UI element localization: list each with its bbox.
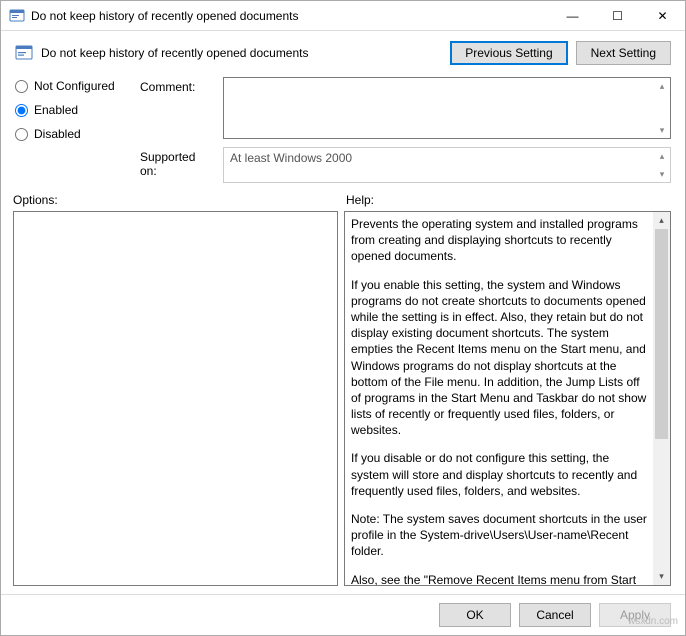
header-row: Do not keep history of recently opened d… xyxy=(1,31,685,69)
comment-label: Comment: xyxy=(140,77,215,139)
radio-disabled[interactable]: Disabled xyxy=(15,127,130,141)
state-radio-group: Not Configured Enabled Disabled xyxy=(15,77,130,183)
help-pane[interactable]: Prevents the operating system and instal… xyxy=(345,212,653,585)
previous-setting-button[interactable]: Previous Setting xyxy=(450,41,567,65)
supported-on-value: At least Windows 2000 xyxy=(230,151,352,165)
scrollbar-thumb[interactable] xyxy=(655,229,668,439)
dialog-footer: OK Cancel Apply xyxy=(1,594,685,635)
scroll-down-icon[interactable]: ▾ xyxy=(655,123,669,137)
help-paragraph: Note: The system saves document shortcut… xyxy=(351,511,647,560)
maximize-button[interactable]: ☐ xyxy=(595,1,640,30)
window-title: Do not keep history of recently opened d… xyxy=(31,9,550,23)
supported-row: Supported on: At least Windows 2000 ▴ ▾ xyxy=(140,147,671,183)
radio-enabled-input[interactable] xyxy=(15,104,28,117)
close-button[interactable]: ✕ xyxy=(640,1,685,30)
help-paragraph: Also, see the "Remove Recent Items menu … xyxy=(351,572,647,585)
radio-not-configured-input[interactable] xyxy=(15,80,28,93)
supported-on-box: At least Windows 2000 ▴ ▾ xyxy=(223,147,671,183)
help-paragraph: Prevents the operating system and instal… xyxy=(351,216,647,265)
pane-labels: Options: Help: xyxy=(1,183,685,209)
scrollbar-track[interactable] xyxy=(653,229,670,568)
comment-row: Comment: ▴ ▾ xyxy=(140,77,671,139)
radio-not-configured[interactable]: Not Configured xyxy=(15,79,130,93)
radio-disabled-input[interactable] xyxy=(15,128,28,141)
help-scrollbar[interactable]: ▴ ▾ xyxy=(653,212,670,585)
app-icon xyxy=(9,8,25,24)
cancel-button[interactable]: Cancel xyxy=(519,603,591,627)
policy-icon xyxy=(15,44,33,62)
radio-not-configured-label: Not Configured xyxy=(34,79,115,93)
ok-button[interactable]: OK xyxy=(439,603,511,627)
next-setting-button[interactable]: Next Setting xyxy=(576,41,671,65)
help-pane-wrap: Prevents the operating system and instal… xyxy=(344,211,671,586)
radio-enabled-label: Enabled xyxy=(34,103,78,117)
fields-column: Comment: ▴ ▾ Supported on: At least Wind… xyxy=(140,77,671,183)
policy-title: Do not keep history of recently opened d… xyxy=(41,46,442,60)
options-pane[interactable] xyxy=(13,211,338,586)
window-controls: — ☐ ✕ xyxy=(550,1,685,30)
config-area: Not Configured Enabled Disabled Comment:… xyxy=(1,69,685,183)
title-bar: Do not keep history of recently opened d… xyxy=(1,1,685,31)
scroll-up-icon[interactable]: ▴ xyxy=(655,149,669,163)
scroll-up-icon[interactable]: ▴ xyxy=(653,212,670,229)
help-label: Help: xyxy=(346,193,374,207)
options-label: Options: xyxy=(13,193,338,207)
radio-disabled-label: Disabled xyxy=(34,127,81,141)
supported-label: Supported on: xyxy=(140,147,215,183)
minimize-button[interactable]: — xyxy=(550,1,595,30)
scroll-up-icon[interactable]: ▴ xyxy=(655,79,669,93)
watermark: wsxdn.com xyxy=(628,616,678,627)
panes-row: Prevents the operating system and instal… xyxy=(1,209,685,594)
help-paragraph: If you disable or do not configure this … xyxy=(351,450,647,499)
help-paragraph: If you enable this setting, the system a… xyxy=(351,277,647,439)
scroll-down-icon[interactable]: ▾ xyxy=(655,167,669,181)
radio-enabled[interactable]: Enabled xyxy=(15,103,130,117)
comment-input[interactable]: ▴ ▾ xyxy=(223,77,671,139)
scroll-down-icon[interactable]: ▾ xyxy=(653,568,670,585)
